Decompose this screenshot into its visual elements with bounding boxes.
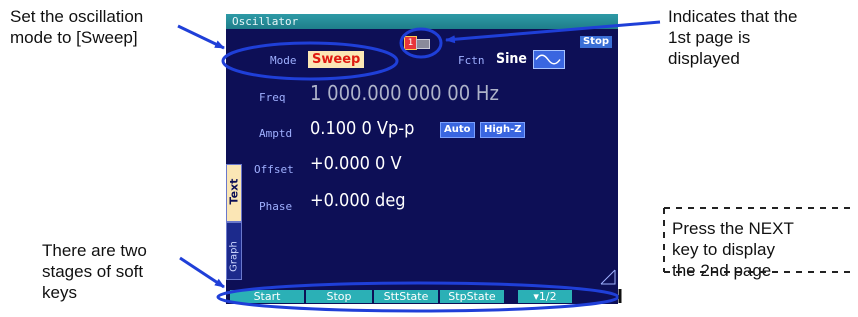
mode-arrow (177, 24, 225, 50)
next-key-dashed-box (663, 207, 850, 273)
softkey-arrow (179, 256, 225, 289)
softkey-highlight-ellipse (216, 281, 620, 313)
page-highlight-ellipse (399, 27, 443, 59)
mode-highlight-ellipse (221, 41, 399, 81)
annotation-overlay (177, 20, 850, 313)
page-arrow (445, 20, 661, 44)
